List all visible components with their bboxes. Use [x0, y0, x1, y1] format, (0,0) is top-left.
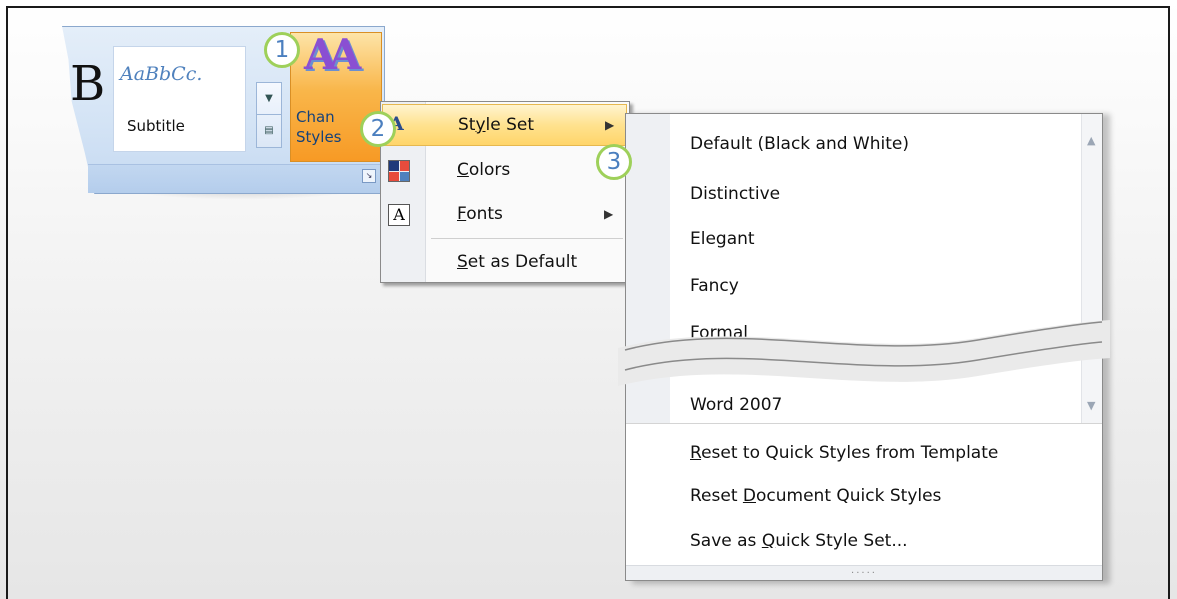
more-styles-icon[interactable]: ▤ [257, 115, 281, 146]
menu-item-colors[interactable]: Colors [382, 150, 627, 192]
menu-item-label: Fonts [457, 204, 503, 224]
gallery-separator [626, 423, 1102, 424]
menu-item-label: Style Set [458, 115, 535, 135]
menu-item-set-as-default[interactable]: Set as Default [382, 242, 627, 284]
reset-document-styles-command[interactable]: Reset Document Quick Styles [690, 486, 941, 506]
style-sample-text: AaBbCc. [120, 63, 203, 85]
style-set-item[interactable]: Elegant [690, 229, 755, 249]
fonts-icon: A [388, 204, 410, 226]
subtitle-style-tile[interactable] [113, 46, 246, 152]
style-set-item[interactable]: Distinctive [690, 184, 780, 204]
submenu-arrow-icon: ▶ [604, 207, 614, 221]
save-style-set-command[interactable]: Save as Quick Style Set... [690, 531, 908, 551]
colors-icon [388, 160, 410, 182]
scroll-down-icon[interactable]: ▼ [257, 83, 281, 115]
style-set-item[interactable]: Fancy [690, 276, 739, 296]
ribbon-group-footer [88, 164, 384, 193]
change-styles-label: Chan Styles [296, 108, 342, 146]
callout-3: 3 [596, 144, 632, 180]
style-set-item[interactable]: Default (Black and White) [690, 134, 909, 154]
scroll-down-icon[interactable]: ▼ [1087, 399, 1095, 412]
gallery-scroll-buttons[interactable]: ▼ ▤ [256, 82, 282, 148]
submenu-arrow-icon: ▶ [605, 118, 615, 132]
reset-to-template-command[interactable]: Reset to Quick Styles from Template [690, 443, 998, 463]
menu-item-fonts[interactable]: A Fonts ▶ [382, 194, 627, 236]
menu-separator [431, 238, 623, 239]
partial-style-preview[interactable]: B [70, 60, 105, 108]
callout-1: 1 [264, 32, 300, 68]
style-label: Subtitle [127, 117, 185, 135]
callout-2: 2 [360, 111, 396, 147]
menu-item-style-set[interactable]: A Style Set ▶ [382, 104, 627, 146]
change-styles-icon: AA [304, 30, 361, 79]
dialog-launcher-icon[interactable]: ↘ [362, 169, 376, 183]
menu-item-label: Set as Default [457, 252, 578, 272]
change-styles-menu: A Style Set ▶ Colors A Fonts ▶ Set as De… [380, 101, 630, 283]
gallery-break-wave [618, 320, 1110, 386]
scroll-up-icon[interactable]: ▲ [1087, 134, 1095, 147]
resize-grip-icon[interactable]: ..... [626, 565, 1102, 580]
style-set-item[interactable]: Word 2007 [690, 395, 782, 415]
menu-item-label: Colors [457, 160, 511, 180]
